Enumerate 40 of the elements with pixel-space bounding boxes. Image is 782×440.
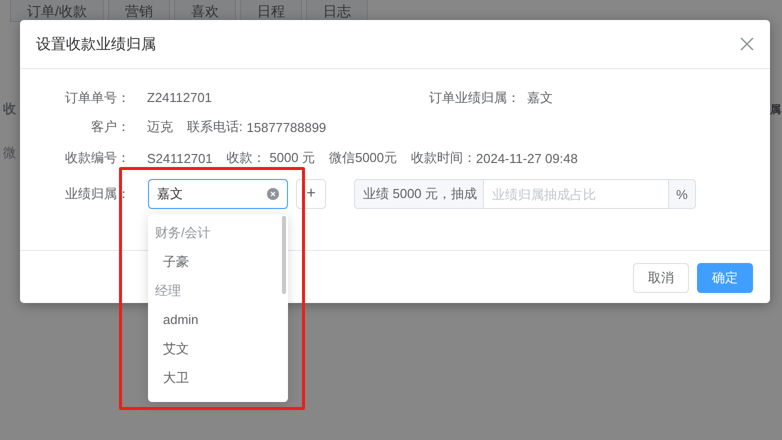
tab[interactable]: 日程 <box>240 0 302 22</box>
group-label: 财务/会计 <box>154 224 212 242</box>
field-value: 5000 元 <box>270 149 316 167</box>
field-value: S24112701 <box>147 150 213 166</box>
percent-field[interactable]: 业绩归属抽成占比 <box>484 179 670 209</box>
field-value: 迈克 <box>147 118 173 136</box>
input-prefix: 业绩 5000 元，抽成 <box>354 179 484 209</box>
field-label: 联系电话: <box>187 118 243 136</box>
field-label: 收款时间： <box>411 149 476 167</box>
tab[interactable]: 喜欢 <box>174 0 236 22</box>
dialog-title: 设置收款业绩归属 <box>36 34 156 54</box>
tab[interactable]: 日志 <box>306 0 368 22</box>
field-value: Z24112701 <box>147 90 212 105</box>
tab[interactable]: 营销 <box>108 0 170 22</box>
input-suffix: % <box>669 179 696 209</box>
field-label: 订单业绩归属： <box>428 88 520 106</box>
group-label: 经理 <box>154 282 182 300</box>
dropdown-option[interactable]: 艾文 <box>148 334 288 363</box>
field-value: 微信5000元 <box>329 149 398 167</box>
close-icon[interactable] <box>740 37 754 51</box>
field-label: 业绩归属： <box>64 185 130 203</box>
scrollbar[interactable] <box>282 216 286 294</box>
field-label: 订单单号： <box>64 88 130 106</box>
field-label: 收款： <box>226 149 266 167</box>
tab[interactable]: 订单/收款 <box>10 0 104 22</box>
add-button[interactable]: + <box>296 179 326 209</box>
field-value: 嘉文 <box>527 88 553 106</box>
cancel-button[interactable]: 取消 <box>633 263 689 293</box>
table-text: 收 <box>3 100 16 118</box>
select-field[interactable]: 嘉文 <box>148 179 288 209</box>
dropdown-option[interactable]: admin <box>148 305 288 334</box>
clear-icon[interactable] <box>267 188 279 200</box>
field-value: 2024-11-27 09:48 <box>476 150 578 166</box>
table-header: 属 <box>770 103 782 118</box>
dropdown-option[interactable]: 子豪 <box>148 247 288 276</box>
field-value: 15877788899 <box>246 120 326 134</box>
table-text: 微 <box>3 144 16 162</box>
field-label: 客户： <box>90 118 130 136</box>
dropdown-option[interactable]: 大卫 <box>148 363 288 392</box>
field-label: 收款编号： <box>64 149 130 167</box>
